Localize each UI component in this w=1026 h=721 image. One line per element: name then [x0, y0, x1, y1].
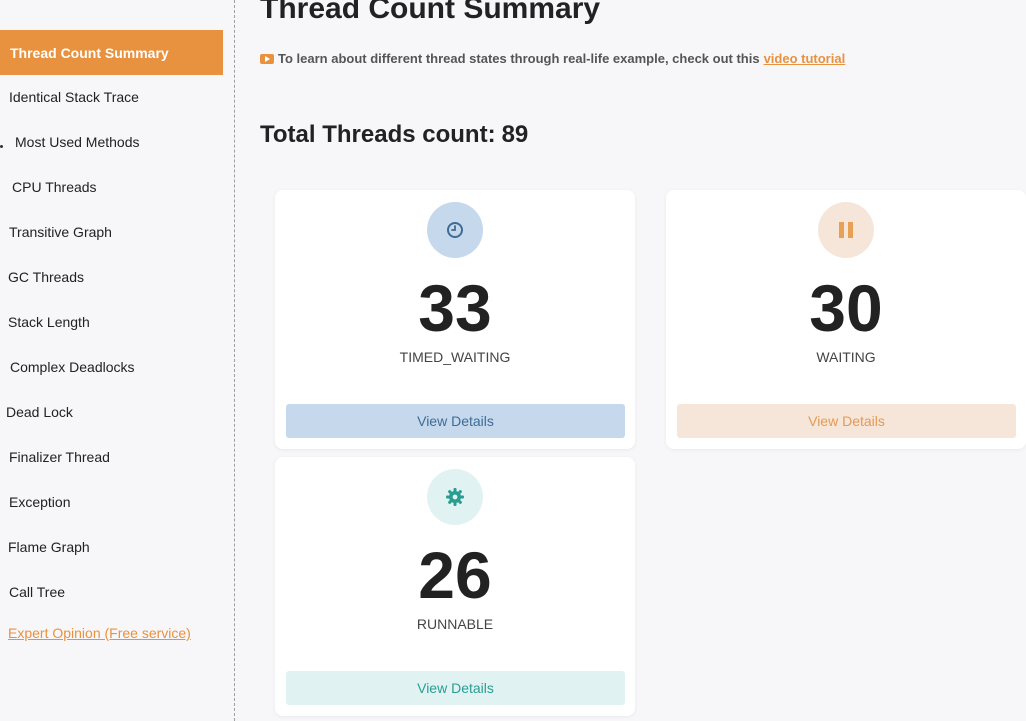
gear-icon — [446, 488, 464, 506]
page-title: Thread Count Summary — [260, 0, 601, 25]
video-tutorial-link[interactable]: video tutorial — [764, 51, 846, 66]
expert-opinion-link[interactable]: Expert Opinion (Free service) — [8, 625, 191, 641]
sidebar: Thread Count Summary Identical Stack Tra… — [0, 0, 235, 721]
total-threads-label: Total Threads count: — [260, 121, 496, 148]
runnable-count: 26 — [418, 538, 492, 612]
clock-icon-badge — [427, 202, 483, 258]
waiting-view-details-button[interactable]: View Details — [677, 404, 1016, 438]
card-timed-waiting: 33 TIMED_WAITING View Details — [275, 190, 635, 449]
pause-icon-badge — [818, 202, 874, 258]
runnable-view-details-button[interactable]: View Details — [286, 671, 625, 705]
sidebar-item-finalizer-thread[interactable]: Finalizer Thread — [9, 449, 110, 465]
gear-icon-badge — [427, 469, 483, 525]
sidebar-item-most-used-methods[interactable]: Most Used Methods — [15, 134, 140, 150]
timed-waiting-label: TIMED_WAITING — [399, 349, 511, 365]
total-threads-value: 89 — [501, 121, 529, 148]
tutorial-notice: To learn about different thread states t… — [260, 51, 845, 66]
timed-waiting-count: 33 — [418, 271, 492, 345]
runnable-label: RUNNABLE — [416, 616, 494, 632]
sidebar-item-gc-threads[interactable]: GC Threads — [8, 269, 84, 285]
sidebar-item-exception[interactable]: Exception — [9, 494, 70, 510]
sidebar-item-transitive-graph[interactable]: Transitive Graph — [9, 224, 112, 240]
clock-icon — [447, 222, 463, 238]
waiting-label: WAITING — [816, 349, 876, 365]
sidebar-item-cpu-threads[interactable]: CPU Threads — [12, 179, 97, 195]
pause-icon — [839, 222, 853, 238]
timed-waiting-view-details-button[interactable]: View Details — [286, 404, 625, 438]
total-threads-count: Total Threads count: 89 — [260, 121, 528, 149]
sidebar-item-flame-graph[interactable]: Flame Graph — [8, 539, 90, 555]
sidebar-item-identical-stack-trace[interactable]: Identical Stack Trace — [9, 89, 139, 105]
sidebar-item-stack-length[interactable]: Stack Length — [8, 314, 90, 330]
sidebar-item-complex-deadlocks[interactable]: Complex Deadlocks — [10, 359, 135, 375]
play-icon — [260, 53, 274, 64]
sidebar-item-dead-lock[interactable]: Dead Lock — [6, 404, 73, 420]
waiting-count: 30 — [809, 271, 883, 345]
sidebar-item-thread-count-summary[interactable]: Thread Count Summary — [0, 30, 223, 75]
tutorial-text: To learn about different thread states t… — [278, 51, 760, 66]
card-waiting: 30 WAITING View Details — [666, 190, 1026, 449]
bullet-dot — [0, 145, 3, 148]
sidebar-item-call-tree[interactable]: Call Tree — [9, 584, 65, 600]
card-runnable: 26 RUNNABLE View Details — [275, 457, 635, 716]
